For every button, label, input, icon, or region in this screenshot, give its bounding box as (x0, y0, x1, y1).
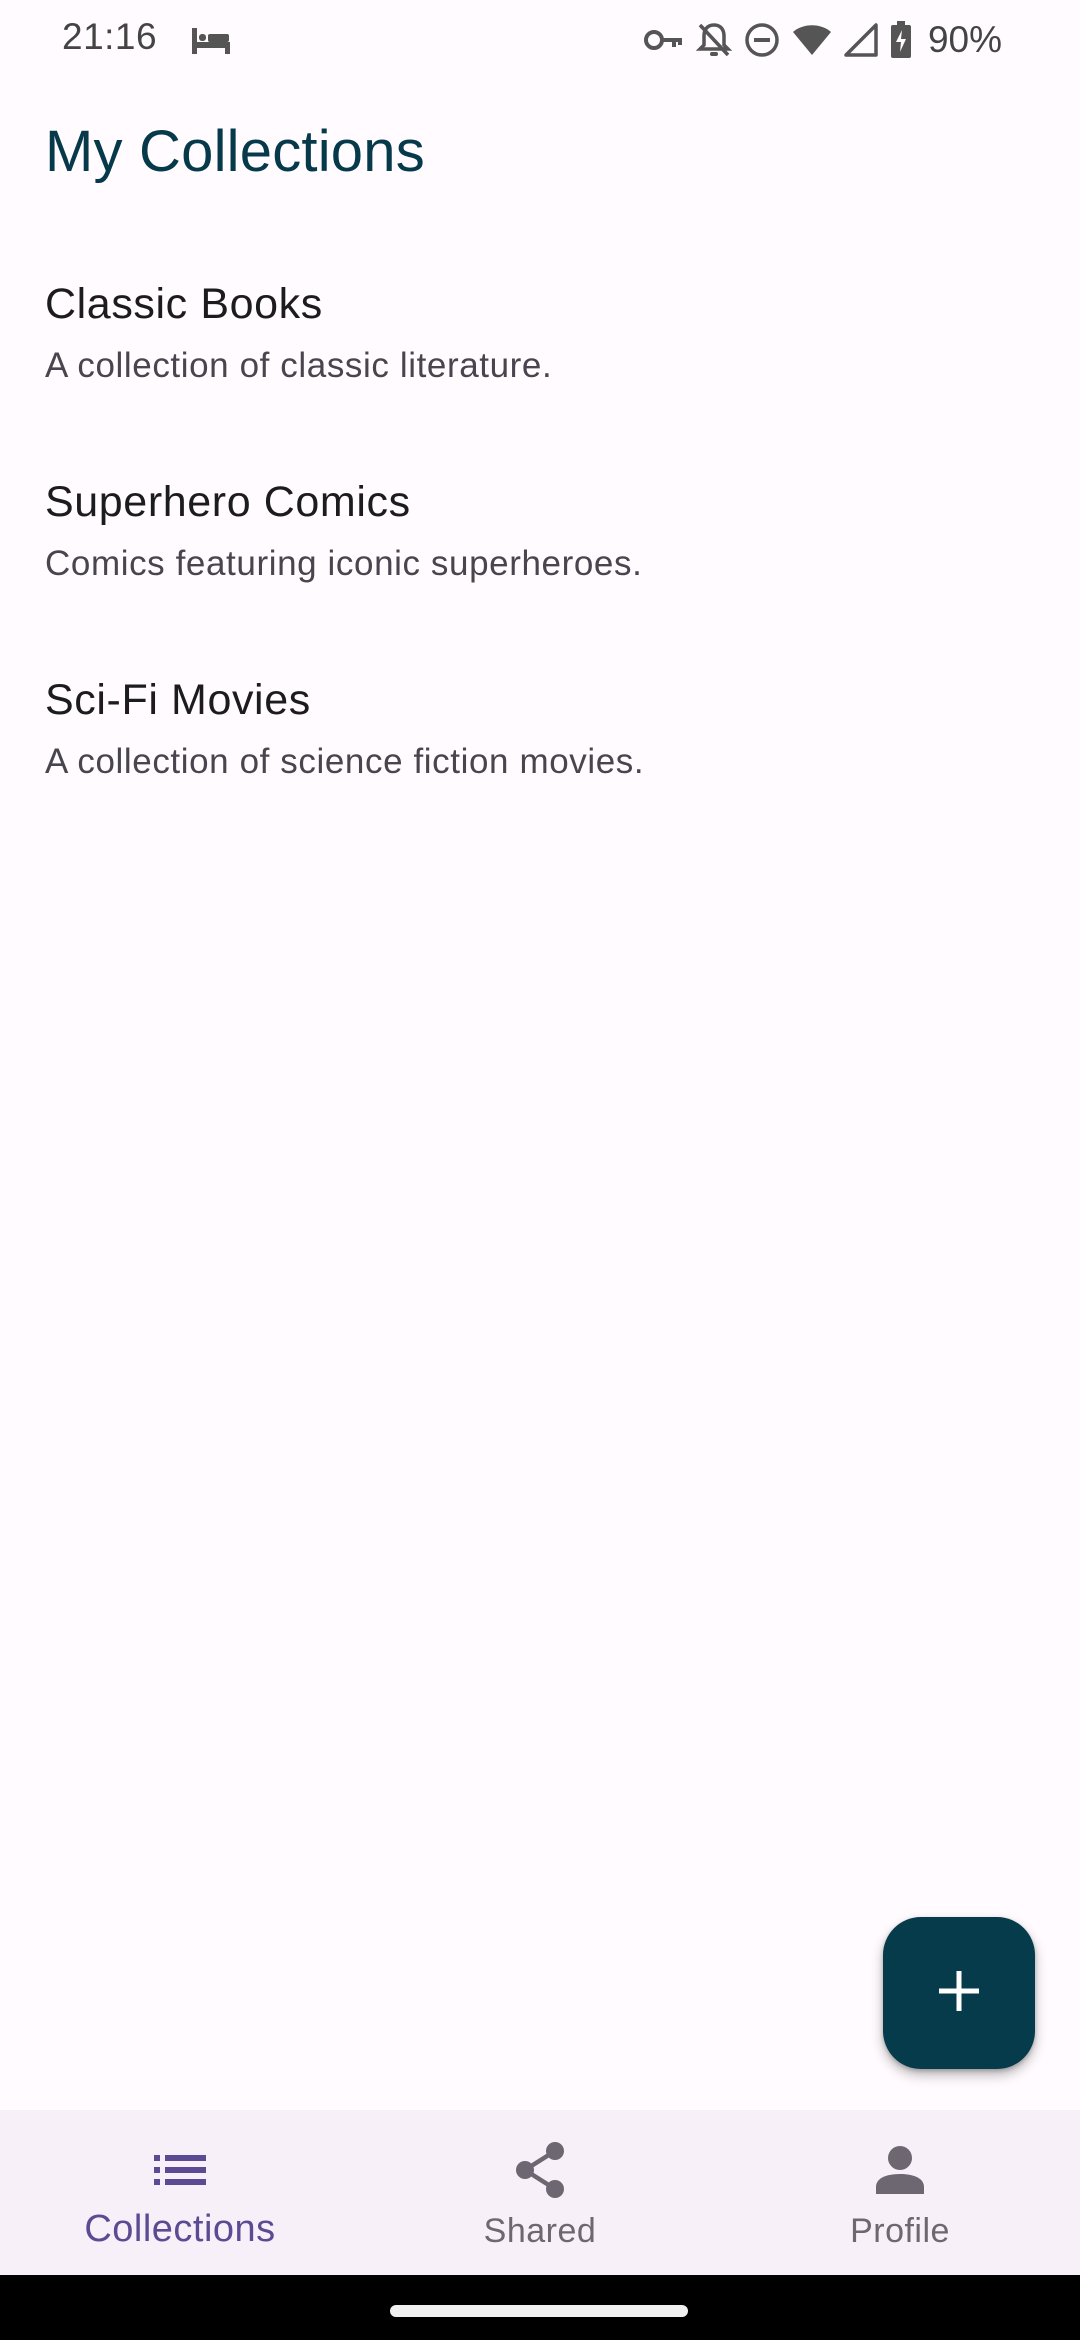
collection-description: A collection of classic literature. (45, 346, 553, 385)
page-title: My Collections (45, 119, 425, 184)
battery-percentage: 90% (927, 19, 1002, 60)
status-bar: 21:16 90% (0, 0, 1080, 78)
collection-title: Sci-Fi Movies (45, 676, 311, 724)
list-item[interactable]: Superhero Comics Comics featuring iconic… (0, 448, 1080, 646)
nav-item-shared[interactable]: Shared (360, 2110, 720, 2275)
list-icon (150, 2140, 210, 2200)
bottom-navigation: Collections Shared Profile (0, 2110, 1080, 2275)
cell-signal-icon (844, 23, 878, 57)
battery-charging-icon (890, 21, 912, 59)
collection-title: Superhero Comics (45, 478, 411, 526)
collection-description: Comics featuring iconic superheroes. (45, 544, 643, 583)
add-icon (937, 1969, 981, 2018)
wifi-icon (792, 23, 832, 57)
list-item[interactable]: Sci-Fi Movies A collection of science fi… (0, 646, 1080, 844)
nav-item-profile[interactable]: Profile (720, 2110, 1080, 2275)
add-collection-button[interactable] (883, 1917, 1035, 2069)
nav-label-profile: Profile (850, 2212, 950, 2250)
person-icon (870, 2140, 930, 2200)
status-time: 21:16 (62, 16, 158, 57)
vpn-key-icon (643, 26, 684, 54)
gesture-navigation-area (0, 2275, 1080, 2340)
notifications-off-icon (695, 21, 732, 59)
collection-list: Classic Books A collection of classic li… (0, 250, 1080, 844)
home-gesture-handle[interactable] (390, 2305, 688, 2317)
share-icon (510, 2140, 570, 2200)
nav-label-collections: Collections (84, 2208, 276, 2250)
do-not-disturb-icon (744, 22, 780, 58)
collection-title: Classic Books (45, 280, 323, 328)
collection-description: A collection of science fiction movies. (45, 742, 645, 781)
status-icons: 90% (643, 18, 1002, 62)
sleep-icon (190, 24, 232, 56)
list-item[interactable]: Classic Books A collection of classic li… (0, 250, 1080, 448)
nav-item-collections[interactable]: Collections (0, 2110, 360, 2275)
nav-label-shared: Shared (483, 2212, 597, 2250)
